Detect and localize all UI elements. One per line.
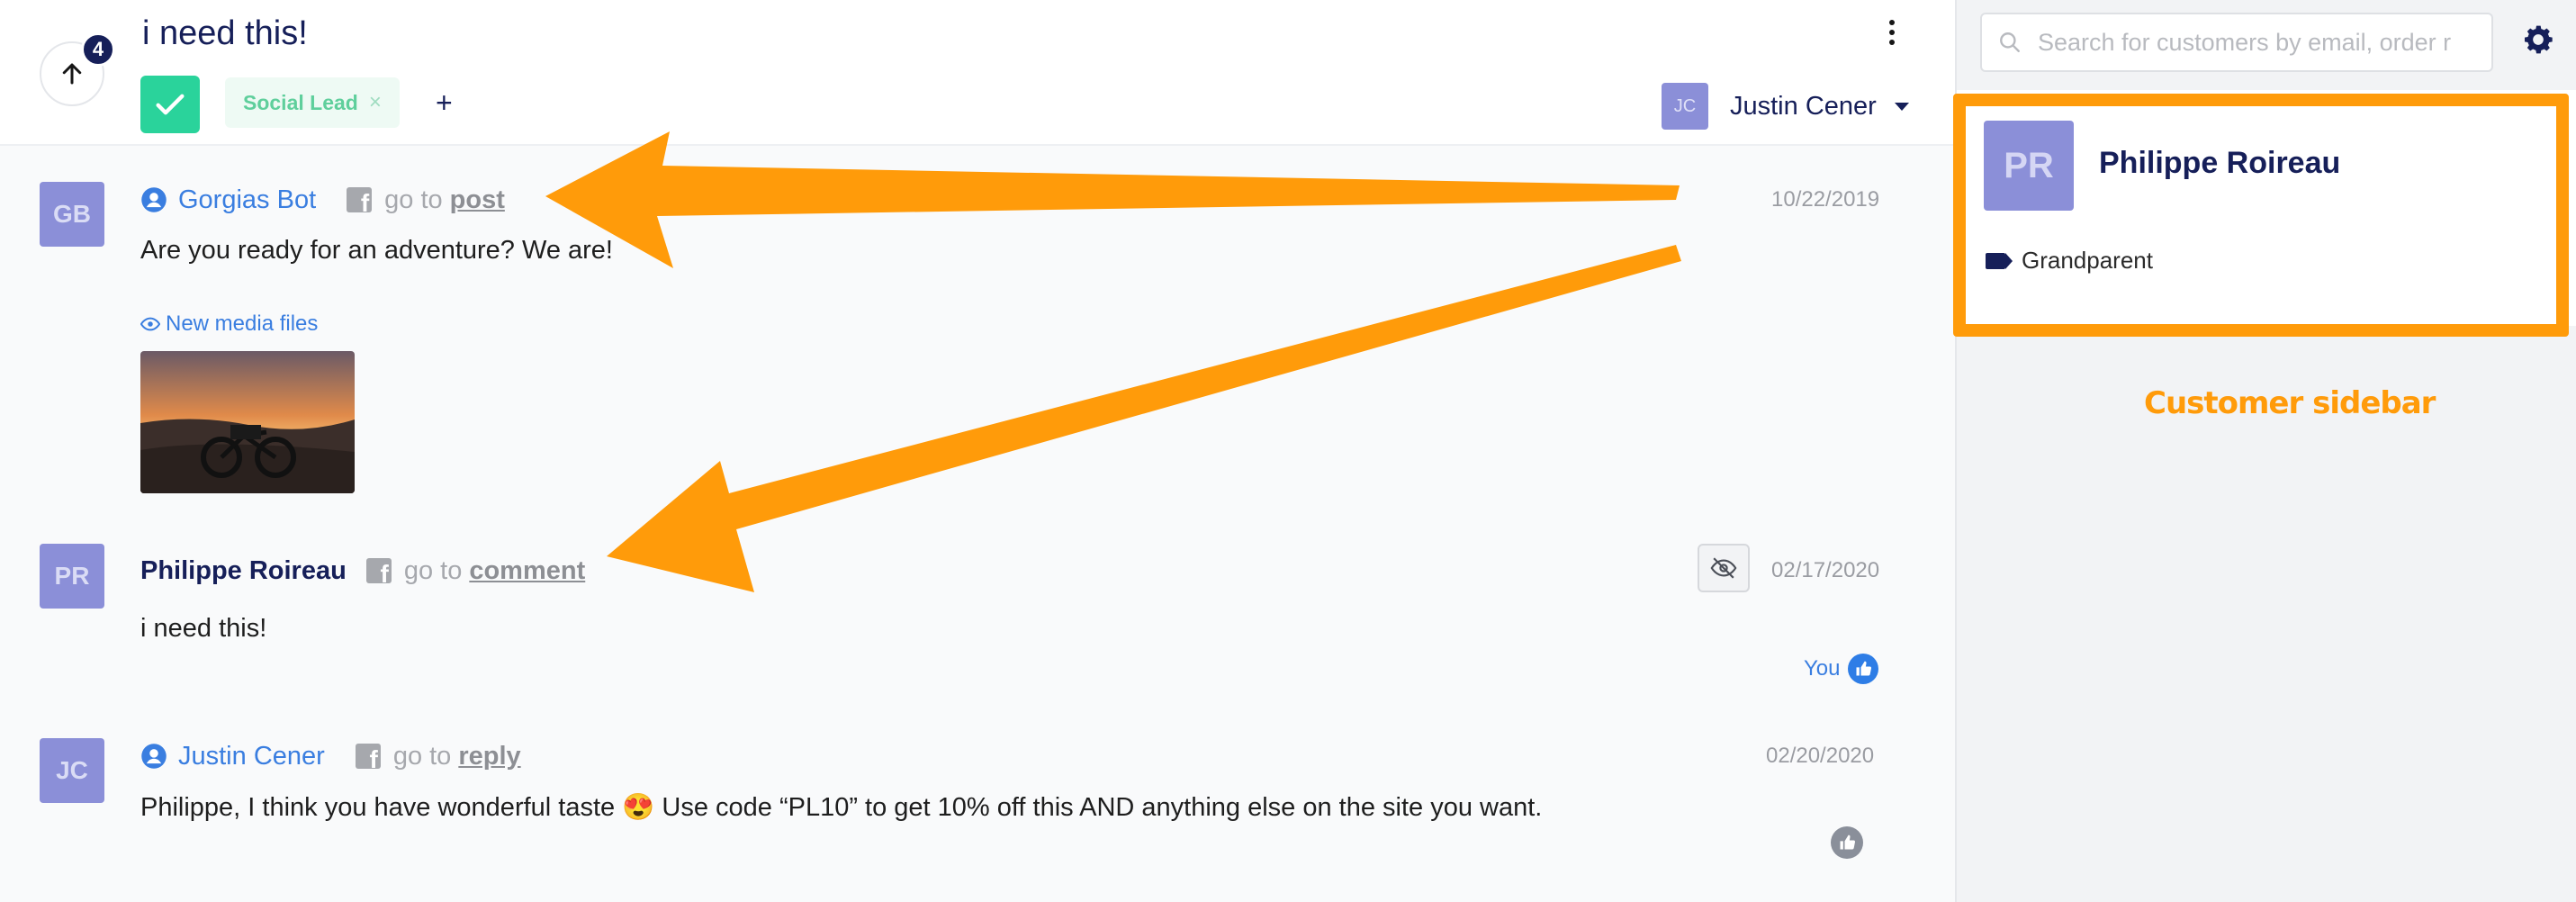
customer-tag: Grandparent — [1986, 247, 2153, 275]
ticket-tag-label: Social Lead — [243, 90, 358, 114]
eye-slash-icon — [1710, 557, 1737, 579]
ticket-title[interactable]: i need this! — [142, 14, 308, 53]
goto-prefix: go to — [403, 555, 463, 585]
remove-tag-button[interactable]: × — [369, 90, 382, 115]
facebook-icon — [355, 744, 381, 769]
reaction-label: You — [1804, 656, 1841, 681]
message-body: Philippe, I think you have wonderful tas… — [140, 793, 1543, 822]
arrow-up-icon — [62, 63, 82, 85]
goto-post-link[interactable]: post — [450, 185, 505, 215]
message-body: i need this! — [140, 614, 267, 643]
customer-sidebar: PR Philippe Roireau Grandparent — [1955, 0, 2576, 902]
search-icon — [2000, 32, 2020, 52]
add-tag-button[interactable]: + — [436, 86, 453, 120]
message-header: Justin Cener go to reply — [140, 738, 521, 774]
message-date: 02/17/2020 — [1771, 558, 1880, 582]
customer-search[interactable] — [1980, 13, 2493, 72]
goto-prefix: go to — [392, 741, 452, 771]
media-files-link[interactable]: New media files — [140, 311, 318, 337]
customer-search-input[interactable] — [2038, 28, 2470, 57]
caret-down-icon — [1894, 102, 1909, 111]
gear-icon[interactable] — [2520, 22, 2556, 58]
message-avatar: JC — [40, 738, 104, 803]
customer-name[interactable]: Philippe Roireau — [2099, 146, 2340, 181]
dot-icon — [1889, 20, 1895, 25]
app-root: 4 i need this! Social Lead × + JC Justin… — [0, 0, 2576, 902]
ticket-tag[interactable]: Social Lead × — [225, 77, 400, 128]
bike-photo — [140, 351, 355, 493]
eye-icon — [140, 317, 160, 331]
message-body: Are you ready for an adventure? We are! — [140, 236, 613, 265]
goto-reply-link[interactable]: reply — [458, 742, 520, 771]
user-circle-icon — [141, 187, 167, 212]
assignee-name: Justin Cener — [1730, 91, 1877, 121]
customer-tag-label: Grandparent — [2022, 247, 2153, 274]
assignee-avatar: JC — [1662, 83, 1708, 130]
ticket-header: 4 i need this! Social Lead × + JC Justin… — [0, 0, 1955, 146]
message-thread: GB Gorgias Bot go to post 10/22/2019 Are… — [0, 146, 1955, 902]
facebook-icon — [347, 187, 373, 212]
media-files-label: New media files — [166, 311, 319, 336]
goto-prefix: go to — [384, 185, 443, 214]
tag-icon — [1986, 252, 2013, 269]
assignee-dropdown[interactable]: JC Justin Cener — [1662, 83, 1909, 130]
thumbs-up-icon — [1847, 654, 1878, 684]
hide-comment-button[interactable] — [1698, 544, 1750, 592]
customer-avatar: PR — [1984, 121, 2074, 211]
message-author[interactable]: Justin Cener — [178, 742, 325, 771]
message-avatar: PR — [40, 544, 104, 609]
message-author[interactable]: Gorgias Bot — [178, 185, 316, 215]
like-reaction[interactable]: You — [1804, 654, 1878, 684]
user-circle-icon — [141, 744, 167, 769]
media-thumbnail[interactable] — [140, 351, 355, 493]
customer-card: PR Philippe Roireau Grandparent — [1957, 90, 2576, 326]
unread-count-badge: 4 — [81, 32, 115, 67]
goto-comment-link[interactable]: comment — [469, 556, 585, 586]
sidebar-caption: Customer sidebar — [2144, 385, 2436, 421]
close-ticket-button[interactable] — [140, 76, 200, 133]
message-header: Gorgias Bot go to post — [140, 182, 505, 218]
message-header: Philippe Roireau go to comment — [140, 553, 585, 589]
message-date: 02/20/2020 — [1766, 744, 1875, 768]
more-options-button[interactable] — [1881, 16, 1903, 49]
message-avatar: GB — [40, 182, 104, 247]
facebook-icon — [365, 558, 392, 583]
checkmark-icon — [156, 94, 185, 115]
dot-icon — [1889, 40, 1895, 45]
like-button[interactable] — [1831, 826, 1863, 859]
message-date: 10/22/2019 — [1771, 187, 1880, 212]
thumbs-up-icon — [1840, 834, 1856, 850]
message-author[interactable]: Philippe Roireau — [140, 556, 347, 586]
dot-icon — [1889, 30, 1895, 35]
